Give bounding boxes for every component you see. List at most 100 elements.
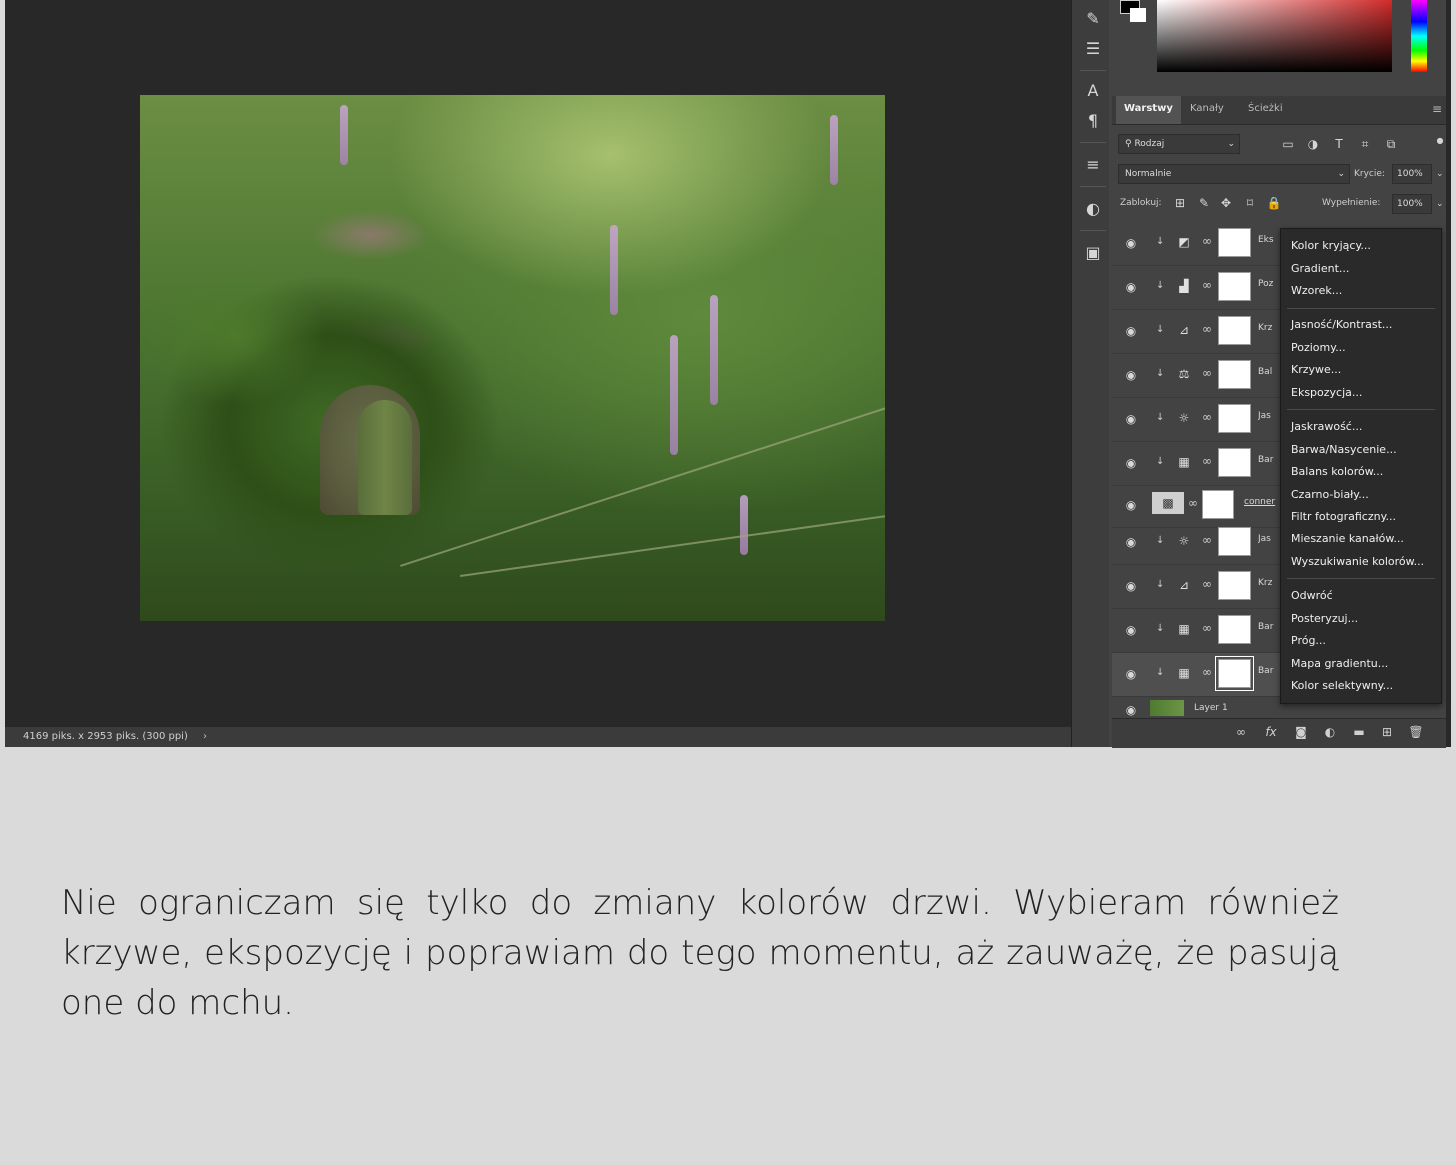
layer-mask-thumbnail[interactable] <box>1218 527 1251 556</box>
background-color-swatch[interactable] <box>1130 8 1146 22</box>
visibility-eye-icon[interactable]: ◉ <box>1124 667 1138 681</box>
lock-all-icon[interactable]: 🔒 <box>1266 196 1282 210</box>
document-image[interactable] <box>140 95 885 621</box>
layer-row[interactable]: ◉ ↓ ⊿ ∞ Krz <box>1112 310 1298 354</box>
layer-name[interactable]: Jas <box>1258 411 1280 421</box>
menu-item-invert[interactable]: Odwróć <box>1291 589 1333 603</box>
pixel-filter-icon[interactable]: ▭ <box>1280 137 1296 151</box>
status-menu-chevron-icon[interactable]: › <box>203 727 207 747</box>
visibility-eye-icon[interactable]: ◉ <box>1124 368 1138 382</box>
layer-mask-thumbnail[interactable] <box>1218 404 1251 433</box>
document-canvas-area[interactable] <box>5 0 1051 727</box>
shape-filter-icon[interactable]: ⌗ <box>1357 137 1373 151</box>
layer-name[interactable]: conner <box>1244 497 1280 507</box>
layer-row[interactable]: ◉ ↓ ⚖ ∞ Bal <box>1112 354 1298 398</box>
layer-row[interactable]: ◉ ↓ ☼ ∞ Jas <box>1112 398 1298 442</box>
link-icon[interactable]: ∞ <box>1202 577 1212 591</box>
visibility-eye-icon[interactable]: ◉ <box>1124 412 1138 426</box>
link-icon[interactable]: ∞ <box>1202 533 1212 547</box>
filter-toggle-icon[interactable]: ● <box>1432 134 1448 148</box>
layer-row[interactable]: ◉ ↓ ⊿ ∞ Krz <box>1112 565 1298 609</box>
link-layers-icon[interactable]: ∞ <box>1232 725 1250 739</box>
visibility-eye-icon[interactable]: ◉ <box>1124 324 1138 338</box>
type-filter-icon[interactable]: T <box>1331 137 1347 151</box>
link-icon[interactable]: ∞ <box>1202 278 1212 292</box>
smart-object-filter-icon[interactable]: ⧉ <box>1383 137 1399 151</box>
adjustments-icon[interactable]: ◐ <box>1082 198 1104 220</box>
menu-item-photo-filter[interactable]: Filtr fotograficzny... <box>1291 510 1396 524</box>
menu-item-hue-saturation[interactable]: Barwa/Nasycenie... <box>1291 443 1397 457</box>
visibility-eye-icon[interactable]: ◉ <box>1124 623 1138 637</box>
menu-item-pattern[interactable]: Wzorek... <box>1291 284 1342 298</box>
fx-icon[interactable]: fx <box>1262 725 1280 739</box>
adjust-sliders-icon[interactable]: ☰ <box>1082 38 1104 60</box>
layer-row[interactable]: ◉ ↓ ☼ ∞ Jas <box>1112 521 1298 565</box>
menu-item-color-lookup[interactable]: Wyszukiwanie kolorów... <box>1291 555 1424 569</box>
layer-mask-thumbnail[interactable] <box>1218 615 1251 644</box>
brush-settings-icon[interactable]: ✎ <box>1082 8 1104 30</box>
add-mask-icon[interactable]: ◙ <box>1292 725 1310 739</box>
trash-icon[interactable]: 🗑 <box>1407 725 1425 739</box>
lock-transparent-icon[interactable]: ⊞ <box>1172 196 1188 210</box>
panel-menu-icon[interactable]: ≡ <box>1432 102 1442 116</box>
layer-row-selected[interactable]: ◉ ↓ ▦ ∞ Bar <box>1112 653 1298 697</box>
menu-item-solid-color[interactable]: Kolor kryjący... <box>1291 239 1371 253</box>
layer-name[interactable]: Bal <box>1258 367 1280 377</box>
paragraph-icon[interactable]: ¶ <box>1082 110 1104 132</box>
lock-artboard-icon[interactable]: ⌑ <box>1242 196 1258 210</box>
layer-row[interactable]: ◉ ↓ ▟ ∞ Poz <box>1112 266 1298 310</box>
layer-mask-thumbnail[interactable] <box>1202 490 1234 519</box>
lock-paint-icon[interactable]: ✎ <box>1196 196 1212 210</box>
blend-mode-select[interactable]: Normalnie ⌄ <box>1118 164 1350 184</box>
menu-item-posterize[interactable]: Posteryzuj... <box>1291 612 1358 626</box>
adjustment-filter-icon[interactable]: ◑ <box>1305 137 1321 151</box>
visibility-eye-icon[interactable]: ◉ <box>1124 280 1138 294</box>
link-icon[interactable]: ∞ <box>1202 621 1212 635</box>
lock-position-icon[interactable]: ✥ <box>1218 196 1234 210</box>
link-icon[interactable]: ∞ <box>1202 410 1212 424</box>
layer-name[interactable]: Bar <box>1258 666 1280 676</box>
visibility-eye-icon[interactable]: ◉ <box>1124 703 1138 717</box>
adjustment-layer-icon[interactable]: ◐ <box>1321 725 1339 739</box>
link-icon[interactable]: ∞ <box>1202 665 1212 679</box>
menu-item-brightness-contrast[interactable]: Jasność/Kontrast... <box>1291 318 1392 332</box>
fill-input[interactable]: 100% <box>1392 194 1432 214</box>
layer-row[interactable]: ◉ ↓ ▦ ∞ Bar <box>1112 442 1298 486</box>
layer-name[interactable]: Krz <box>1258 578 1280 588</box>
layer-row[interactable]: ◉ ↓ ◩ ∞ Eks <box>1112 222 1298 266</box>
new-layer-icon[interactable]: ⊞ <box>1378 725 1396 739</box>
layer-name[interactable]: Bar <box>1258 622 1280 632</box>
layer-mask-thumbnail[interactable] <box>1215 656 1254 691</box>
visibility-eye-icon[interactable]: ◉ <box>1124 236 1138 250</box>
layer-mask-thumbnail[interactable] <box>1218 228 1251 257</box>
character-icon[interactable]: A <box>1082 80 1104 102</box>
libraries-icon[interactable]: ▣ <box>1082 242 1104 264</box>
layer-name[interactable]: Bar <box>1258 455 1280 465</box>
layer-filter-select[interactable]: ⚲ Rodzaj ⌄ <box>1118 134 1240 154</box>
layer-name[interactable]: Eks <box>1258 235 1280 245</box>
link-icon[interactable]: ∞ <box>1202 366 1212 380</box>
menu-item-threshold[interactable]: Próg... <box>1291 634 1326 648</box>
hue-slider[interactable] <box>1411 0 1427 72</box>
link-icon[interactable]: ∞ <box>1202 234 1212 248</box>
layer-mask-thumbnail[interactable] <box>1218 448 1251 477</box>
layer-name[interactable]: Krz <box>1258 323 1280 333</box>
visibility-eye-icon[interactable]: ◉ <box>1124 498 1138 512</box>
layer-row[interactable]: ◉ Layer 1 <box>1112 697 1298 718</box>
menu-item-exposure[interactable]: Ekspozycja... <box>1291 386 1362 400</box>
layer-mask-thumbnail[interactable] <box>1218 272 1251 301</box>
menu-item-channel-mixer[interactable]: Mieszanie kanałów... <box>1291 532 1404 546</box>
layer-mask-thumbnail[interactable] <box>1218 360 1251 389</box>
layer-name[interactable]: Poz <box>1258 279 1280 289</box>
tab-paths[interactable]: Ścieżki <box>1240 96 1291 124</box>
layer-row[interactable]: ◉ ↓ ▦ ∞ Bar <box>1112 609 1298 653</box>
link-icon[interactable]: ∞ <box>1202 454 1212 468</box>
menu-item-gradient[interactable]: Gradient... <box>1291 262 1349 276</box>
chevron-down-icon[interactable]: ⌄ <box>1436 165 1444 183</box>
menu-item-black-white[interactable]: Czarno-biały... <box>1291 488 1369 502</box>
link-icon[interactable]: ∞ <box>1188 496 1198 510</box>
menu-item-vibrance[interactable]: Jaskrawość... <box>1291 420 1362 434</box>
properties-icon[interactable]: ≡ <box>1082 154 1104 176</box>
menu-item-gradient-map[interactable]: Mapa gradientu... <box>1291 657 1388 671</box>
menu-item-color-balance[interactable]: Balans kolorów... <box>1291 465 1383 479</box>
